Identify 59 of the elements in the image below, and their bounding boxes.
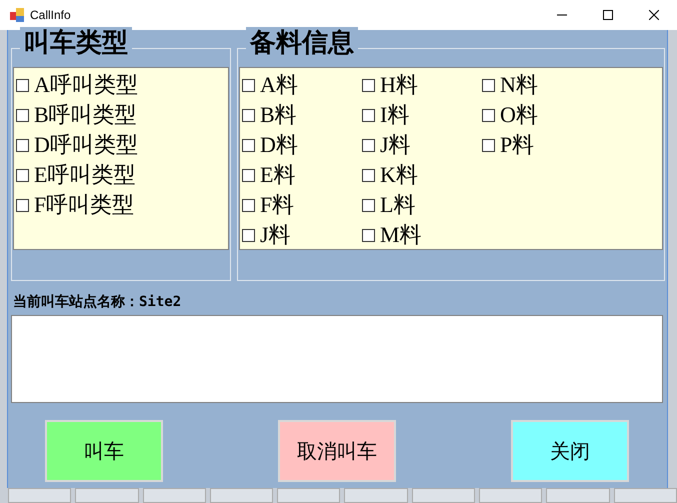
checkbox[interactable] (16, 168, 29, 182)
checkbox-label: F呼叫类型 (34, 191, 134, 219)
checkbox[interactable] (362, 138, 375, 152)
close-icon (649, 10, 659, 20)
checkbox-label: F料 (260, 191, 294, 219)
checkbox[interactable] (482, 108, 495, 122)
checkbox[interactable] (362, 78, 375, 92)
background-cell (75, 488, 139, 503)
checkbox-label: P料 (500, 131, 534, 159)
background-cell (8, 488, 72, 503)
checkbox-label: E呼叫类型 (34, 161, 136, 189)
checkbox[interactable] (242, 108, 255, 122)
checkbox-label: J料 (260, 221, 291, 249)
checkbox-label: E料 (260, 161, 296, 189)
checkbox[interactable] (242, 138, 255, 152)
checkbox-label: A呼叫类型 (34, 71, 138, 99)
background-cell (142, 488, 206, 503)
checkbox[interactable] (482, 138, 495, 152)
checkbox-label: D料 (260, 131, 298, 159)
checkbox-label: B呼叫类型 (34, 101, 137, 129)
text-area[interactable] (11, 315, 663, 403)
checkbox[interactable] (16, 198, 29, 212)
checkbox-label: J料 (380, 131, 411, 159)
checkbox[interactable] (242, 168, 255, 182)
checkbox-label: M料 (380, 221, 422, 249)
action-button[interactable]: 叫车 (45, 420, 163, 482)
checkbox[interactable] (482, 78, 495, 92)
background-cell (277, 488, 340, 503)
maximize-icon (603, 10, 613, 20)
checkbox-label: I料 (380, 101, 410, 129)
checkbox[interactable] (242, 78, 255, 92)
checkbox-label: N料 (500, 71, 538, 99)
checkbox[interactable] (16, 108, 29, 122)
app-icon (10, 8, 24, 22)
checkbox-label: D呼叫类型 (34, 131, 138, 159)
action-button[interactable]: 关闭 (511, 420, 629, 482)
background-cell (546, 488, 610, 503)
checkbox-label: A料 (260, 71, 298, 99)
checkbox-label: H料 (380, 71, 418, 99)
checkbox-label: L料 (380, 191, 416, 219)
background-cell (479, 488, 542, 503)
checkbox[interactable] (362, 228, 375, 242)
checkbox[interactable] (16, 138, 29, 152)
action-button[interactable]: 取消叫车 (278, 420, 396, 482)
background-cell (210, 488, 274, 503)
checkbox[interactable] (362, 168, 375, 182)
checkbox-label: O料 (500, 101, 538, 129)
checkbox-label: K料 (380, 161, 418, 189)
checkbox[interactable] (242, 228, 255, 242)
background-cell (614, 488, 677, 503)
background-cell (412, 488, 476, 503)
checkbox[interactable] (362, 108, 375, 122)
checkbox[interactable] (242, 198, 255, 212)
checkbox[interactable] (362, 198, 375, 212)
checkbox-label: B料 (260, 101, 297, 129)
window-title: CallInfo (30, 8, 72, 22)
background-cell (344, 488, 408, 503)
checkbox[interactable] (16, 78, 29, 92)
station-label: 当前叫车站点名称：Site2 (13, 293, 182, 311)
